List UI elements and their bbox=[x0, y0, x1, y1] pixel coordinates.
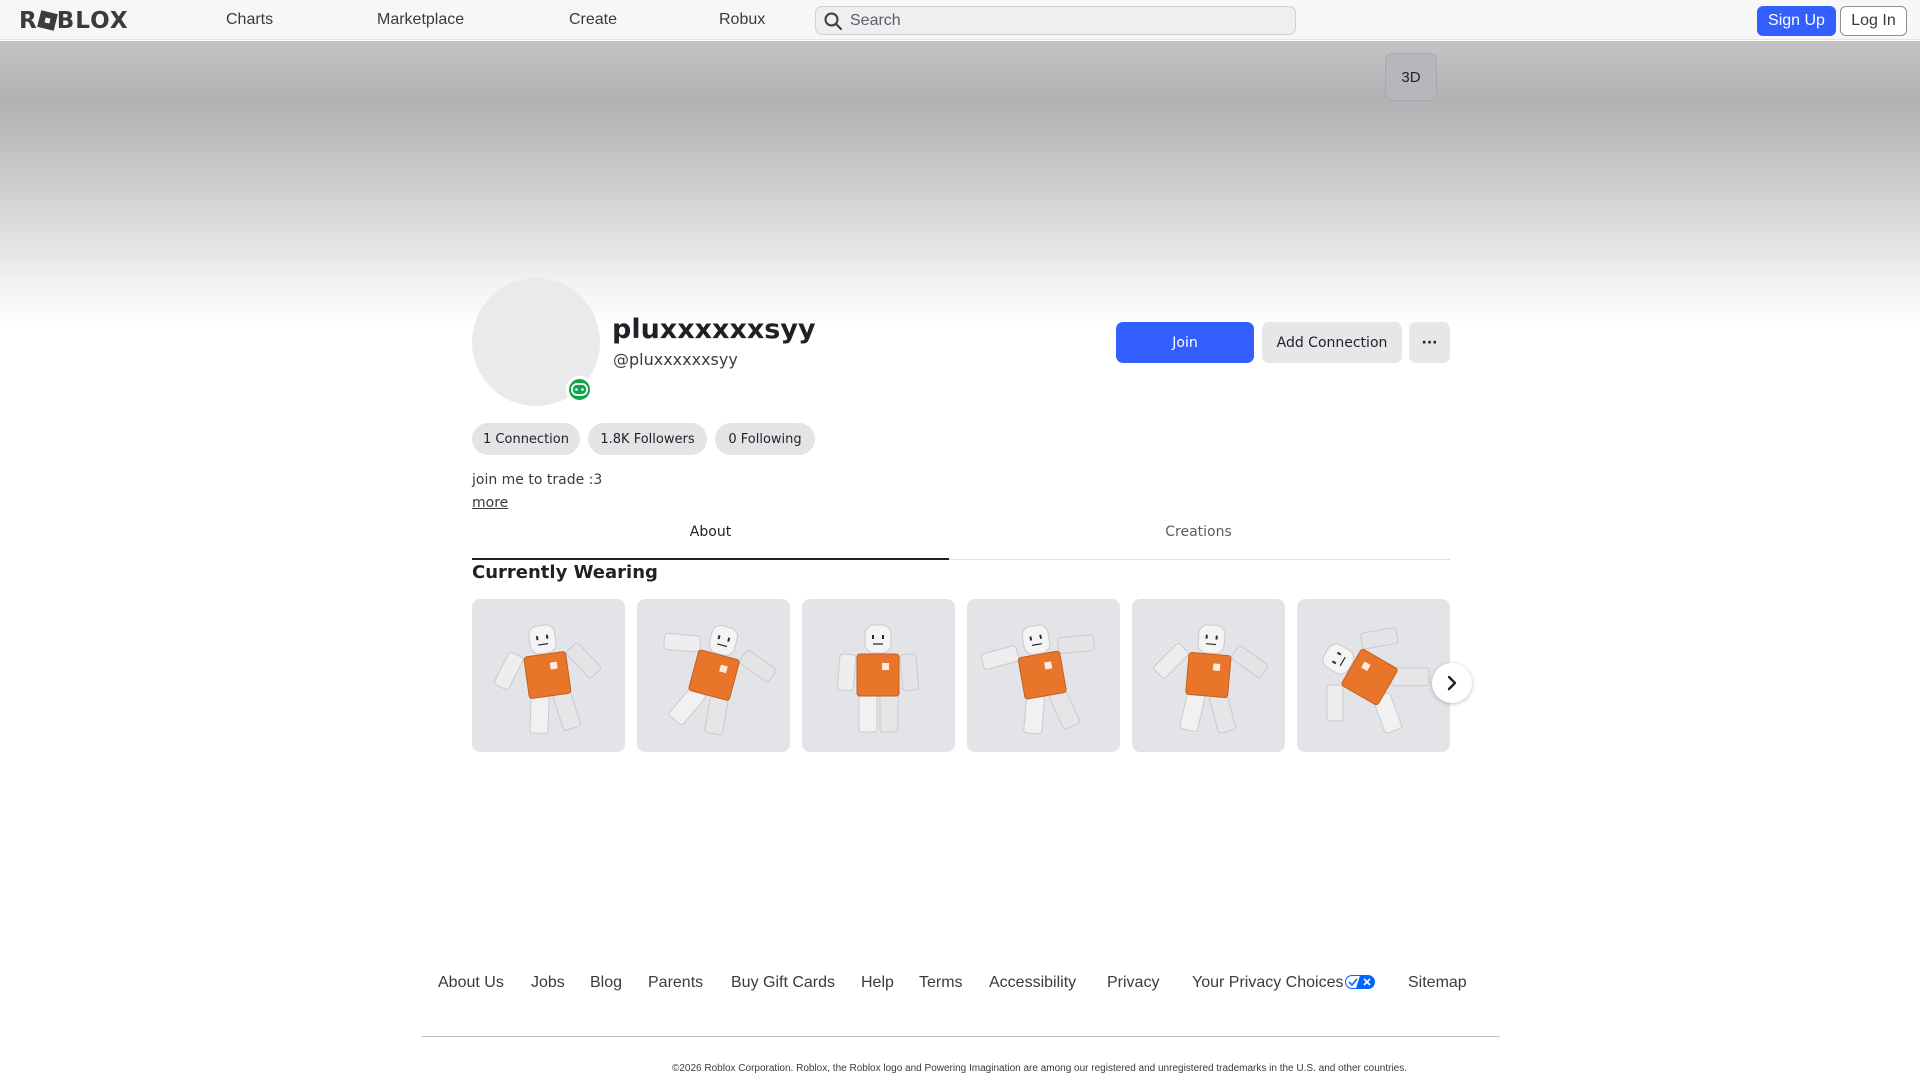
avatar-figure-icon bbox=[1153, 624, 1269, 734]
privacy-choices-label: Your Privacy Choices bbox=[1192, 974, 1344, 991]
avatar-pose-6-tile[interactable] bbox=[1297, 599, 1450, 752]
top-navigation: RBLOX Charts Marketplace Create Robux Si… bbox=[0, 0, 1920, 40]
footer-link-parents[interactable]: Parents bbox=[648, 974, 703, 992]
avatar-figure-icon bbox=[663, 624, 777, 736]
footer-link-terms[interactable]: Terms bbox=[919, 974, 963, 992]
display-name: pluxxxxxxsyy bbox=[612, 314, 816, 345]
nav-link-robux[interactable]: Robux bbox=[719, 11, 765, 29]
footer-link-jobs[interactable]: Jobs bbox=[531, 974, 565, 992]
profile-banner bbox=[0, 41, 1920, 326]
nav-link-charts[interactable]: Charts bbox=[226, 11, 273, 29]
profile-bio: join me to trade :3 bbox=[472, 472, 603, 488]
footer-link-help[interactable]: Help bbox=[861, 974, 894, 992]
avatar-pose-1-tile[interactable] bbox=[472, 599, 625, 752]
footer-link-sitemap[interactable]: Sitemap bbox=[1408, 974, 1467, 992]
log-in-button[interactable]: Log In bbox=[1840, 6, 1907, 36]
avatar-pose-2-tile[interactable] bbox=[637, 599, 790, 752]
sign-up-button[interactable]: Sign Up bbox=[1757, 6, 1836, 36]
view-3d-button[interactable]: 3D bbox=[1385, 53, 1437, 101]
search-bar[interactable] bbox=[815, 6, 1296, 35]
following-count[interactable]: 0 Following bbox=[715, 423, 815, 455]
search-input[interactable] bbox=[850, 9, 1280, 32]
currently-wearing-title: Currently Wearing bbox=[472, 562, 658, 583]
privacy-choices-icon bbox=[1345, 975, 1376, 989]
game-controller-icon[interactable] bbox=[566, 376, 593, 403]
footer-link-privacy-choices[interactable]: Your Privacy Choices bbox=[1192, 974, 1376, 992]
tab-active-indicator bbox=[472, 558, 949, 560]
footer-links: About Us Jobs Blog Parents Buy Gift Card… bbox=[0, 974, 1920, 996]
footer-divider bbox=[422, 1036, 1500, 1037]
avatar-pose-4-tile[interactable] bbox=[967, 599, 1120, 752]
chevron-right-icon[interactable] bbox=[1432, 663, 1472, 703]
avatar-figure-icon bbox=[980, 624, 1095, 735]
avatar-figure-icon bbox=[836, 624, 920, 733]
avatar-figure-icon bbox=[1322, 627, 1430, 734]
nav-link-create[interactable]: Create bbox=[569, 11, 617, 29]
avatar-pose-3-tile[interactable] bbox=[802, 599, 955, 752]
search-icon bbox=[824, 12, 842, 30]
roblox-logo[interactable]: R BLOX bbox=[19, 8, 129, 34]
add-connection-button[interactable]: Add Connection bbox=[1262, 322, 1402, 363]
bio-more-link[interactable]: more bbox=[472, 495, 508, 511]
footer-link-privacy[interactable]: Privacy bbox=[1107, 974, 1159, 992]
username: @pluxxxxxxsyy bbox=[613, 350, 738, 369]
nav-link-marketplace[interactable]: Marketplace bbox=[377, 11, 464, 29]
more-options-button[interactable]: ··· bbox=[1409, 322, 1450, 363]
footer-link-about-us[interactable]: About Us bbox=[438, 974, 504, 992]
copyright-text: ©2026 Roblox Corporation. Roblox, the Ro… bbox=[672, 1063, 1408, 1074]
followers-count[interactable]: 1.8K Followers bbox=[588, 423, 707, 455]
avatar-pose-5-tile[interactable] bbox=[1132, 599, 1285, 752]
footer-link-buy-gift-cards[interactable]: Buy Gift Cards bbox=[731, 974, 835, 992]
footer-link-accessibility[interactable]: Accessibility bbox=[989, 974, 1076, 992]
tab-about[interactable]: About bbox=[472, 524, 949, 540]
tab-creations[interactable]: Creations bbox=[960, 524, 1437, 540]
avatar-figure-icon bbox=[493, 624, 601, 734]
connections-count[interactable]: 1 Connection bbox=[472, 423, 580, 455]
join-button[interactable]: Join bbox=[1116, 322, 1254, 363]
footer-link-blog[interactable]: Blog bbox=[590, 974, 622, 992]
